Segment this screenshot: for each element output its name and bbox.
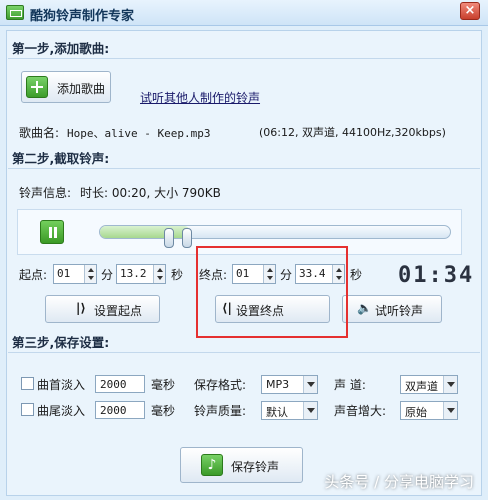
chevron-down-icon[interactable] — [443, 402, 457, 419]
pause-button[interactable] — [40, 220, 64, 244]
gain-value: 原始 — [405, 406, 427, 419]
plus-icon — [26, 76, 48, 98]
set-start-label: 设置起点 — [94, 304, 143, 318]
chevron-down-icon[interactable] — [303, 402, 317, 419]
ms-unit: 毫秒 — [151, 404, 176, 418]
sec-unit: 秒 — [350, 268, 363, 282]
others-ringtones-link[interactable]: 试听其他人制作的铃声 — [140, 89, 260, 106]
stepper-arrows-icon[interactable] — [153, 265, 165, 283]
app-icon — [6, 5, 24, 20]
gain-label: 声音增大: — [334, 404, 387, 418]
save-ringtone-button[interactable]: ♪ 保存铃声 — [180, 447, 303, 483]
start-sec-stepper[interactable]: 13.2 — [116, 264, 166, 284]
format-select[interactable]: MP3 — [261, 375, 318, 394]
divider — [8, 168, 480, 169]
start-label: 起点: — [19, 268, 48, 282]
gain-select[interactable]: 原始 — [400, 401, 458, 420]
music-note-icon: ♪ — [201, 454, 223, 476]
quality-select[interactable]: 默认 — [261, 401, 318, 420]
start-handle[interactable] — [164, 228, 174, 248]
song-name-label: 歌曲名: — [19, 126, 60, 140]
sec-unit: 秒 — [171, 268, 184, 282]
fade-in-label: 曲首淡入 — [37, 378, 86, 392]
save-ringtone-label: 保存铃声 — [231, 460, 280, 474]
fade-out-input[interactable]: 2000 — [95, 401, 145, 419]
add-song-button[interactable]: 添加歌曲 — [21, 71, 111, 103]
preview-label: 试听铃声 — [375, 304, 424, 318]
start-sec-value: 13.2 — [120, 267, 147, 280]
start-min-value: 01 — [57, 267, 71, 280]
format-label: 保存格式: — [194, 378, 247, 392]
format-value: MP3 — [266, 378, 290, 391]
stepper-arrows-icon[interactable] — [84, 265, 96, 283]
channel-select[interactable]: 双声道 — [400, 375, 458, 394]
fade-out-checkbox[interactable] — [21, 403, 34, 416]
chevron-down-icon[interactable] — [443, 376, 457, 393]
timeline-selection — [100, 226, 190, 238]
start-marker-icon: |⟩ — [76, 301, 86, 315]
window-title: 酷狗铃声制作专家 — [30, 9, 135, 24]
speaker-icon: 🔈 — [357, 301, 372, 315]
ringtone-duration: 时长: 00:20, 大小 790KB — [80, 186, 221, 200]
ringtone-info-label: 铃声信息: — [19, 186, 72, 200]
chevron-down-icon[interactable] — [303, 376, 317, 393]
time-display: 01:34 — [398, 263, 475, 288]
end-handle[interactable] — [182, 228, 192, 248]
step2-heading: 第二步,截取铃声: — [12, 151, 110, 166]
preview-button[interactable]: 🔈 试听铃声 — [342, 295, 442, 323]
timeline-track[interactable] — [99, 225, 451, 239]
title-bar: 酷狗铃声制作专家 × — [0, 0, 488, 26]
fade-in-checkbox[interactable] — [21, 377, 34, 390]
channel-value: 双声道 — [405, 380, 438, 393]
set-start-button[interactable]: |⟩ 设置起点 — [45, 295, 160, 323]
channel-label: 声 道: — [334, 378, 366, 392]
song-name-value: Hope、alive - Keep.mp3 — [67, 127, 211, 140]
step3-heading: 第三步,保存设置: — [12, 335, 110, 350]
divider — [8, 58, 480, 59]
divider — [8, 352, 480, 353]
highlight-box — [196, 246, 348, 338]
app-window: 酷狗铃声制作专家 × 第一步,添加歌曲: 添加歌曲 试听其他人制作的铃声 歌曲名… — [0, 0, 488, 500]
quality-label: 铃声质量: — [194, 404, 247, 418]
fade-in-input[interactable]: 2000 — [95, 375, 145, 393]
add-song-label: 添加歌曲 — [57, 82, 106, 96]
close-button[interactable]: × — [460, 2, 480, 20]
min-unit: 分 — [101, 268, 114, 282]
song-info: (06:12, 双声道, 44100Hz,320kbps) — [259, 126, 446, 139]
ms-unit: 毫秒 — [151, 378, 176, 392]
start-min-stepper[interactable]: 01 — [53, 264, 97, 284]
step1-heading: 第一步,添加歌曲: — [12, 41, 110, 56]
fade-out-label: 曲尾淡入 — [37, 404, 86, 418]
quality-value: 默认 — [266, 406, 288, 419]
watermark: 头条号 / 分享电脑学习 — [324, 473, 474, 491]
